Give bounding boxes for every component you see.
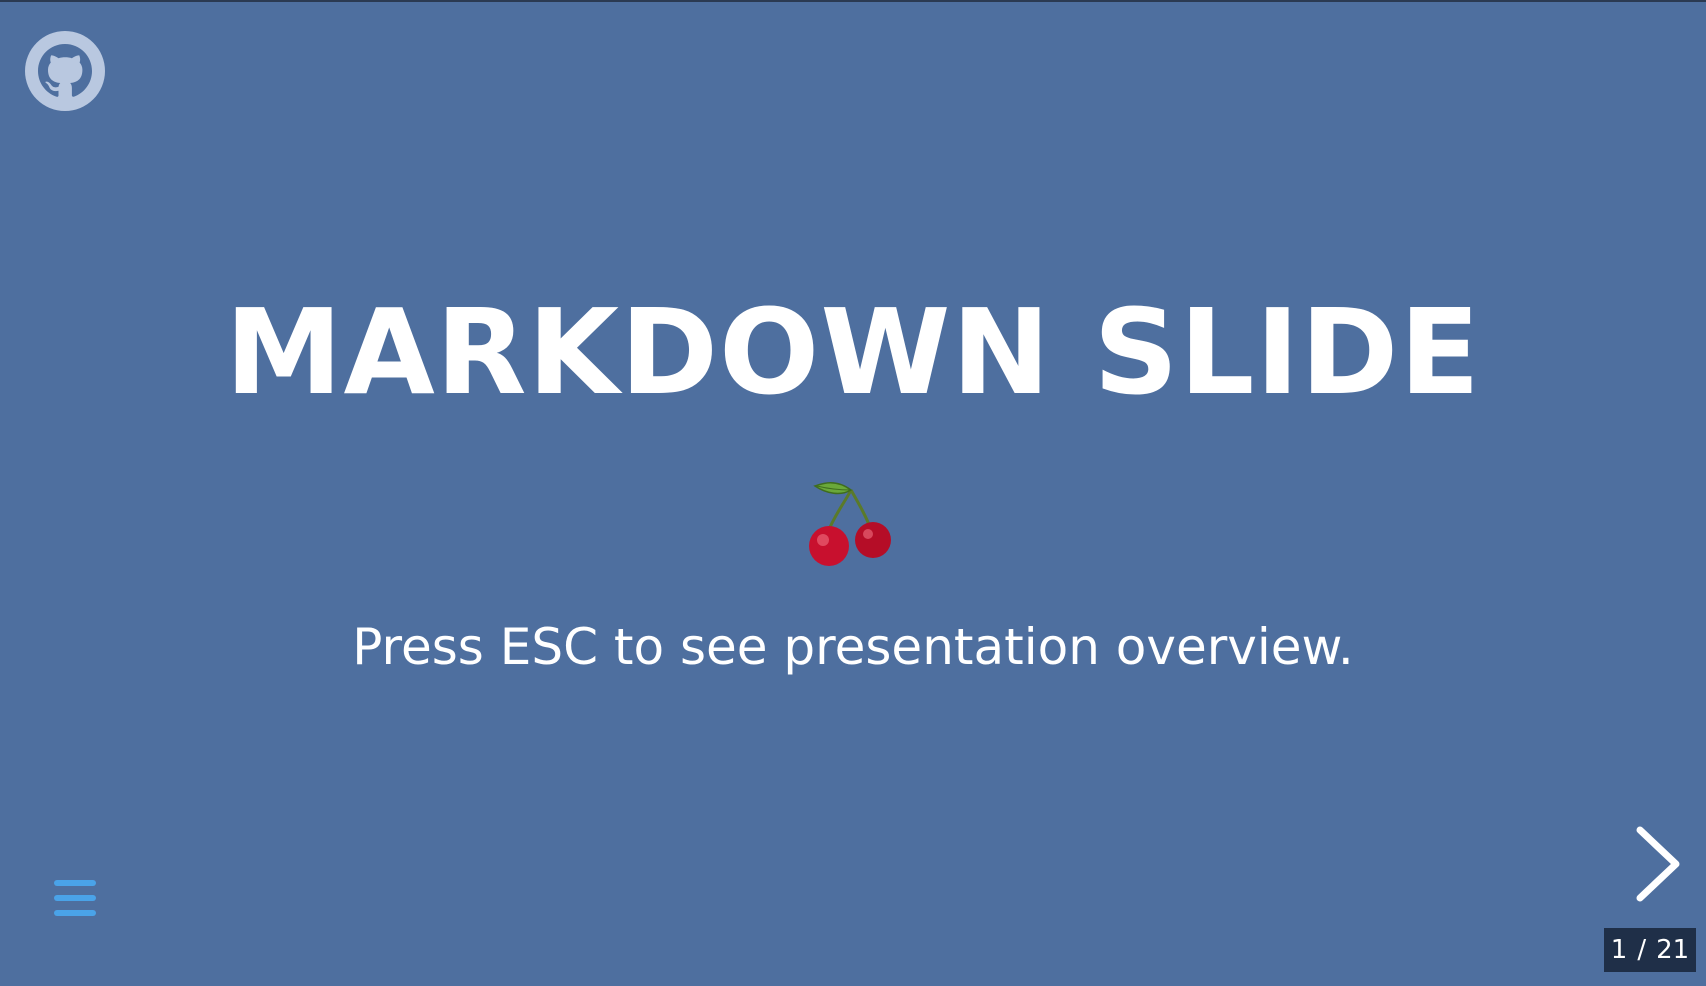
current-slide-number: 1 [1610, 935, 1628, 965]
total-slides-number: 21 [1656, 935, 1690, 965]
slide-counter: 1 / 21 [1604, 928, 1696, 972]
slide-subtitle: Press ESC to see presentation overview. [352, 618, 1354, 676]
github-link[interactable] [24, 30, 106, 112]
slide-title: MARKDOWN SLIDE [225, 283, 1481, 421]
counter-separator: / [1637, 935, 1647, 965]
cherries-emoji [0, 472, 1706, 568]
cherries-icon [809, 482, 891, 566]
github-icon [25, 31, 105, 111]
menu-button[interactable] [52, 878, 98, 920]
hamburger-menu-icon [54, 880, 96, 916]
chevron-right-icon [1636, 826, 1680, 902]
next-slide-button[interactable] [1632, 824, 1684, 904]
slide: MARKDOWN SLIDE Press ESC to see presenta… [0, 0, 1706, 986]
